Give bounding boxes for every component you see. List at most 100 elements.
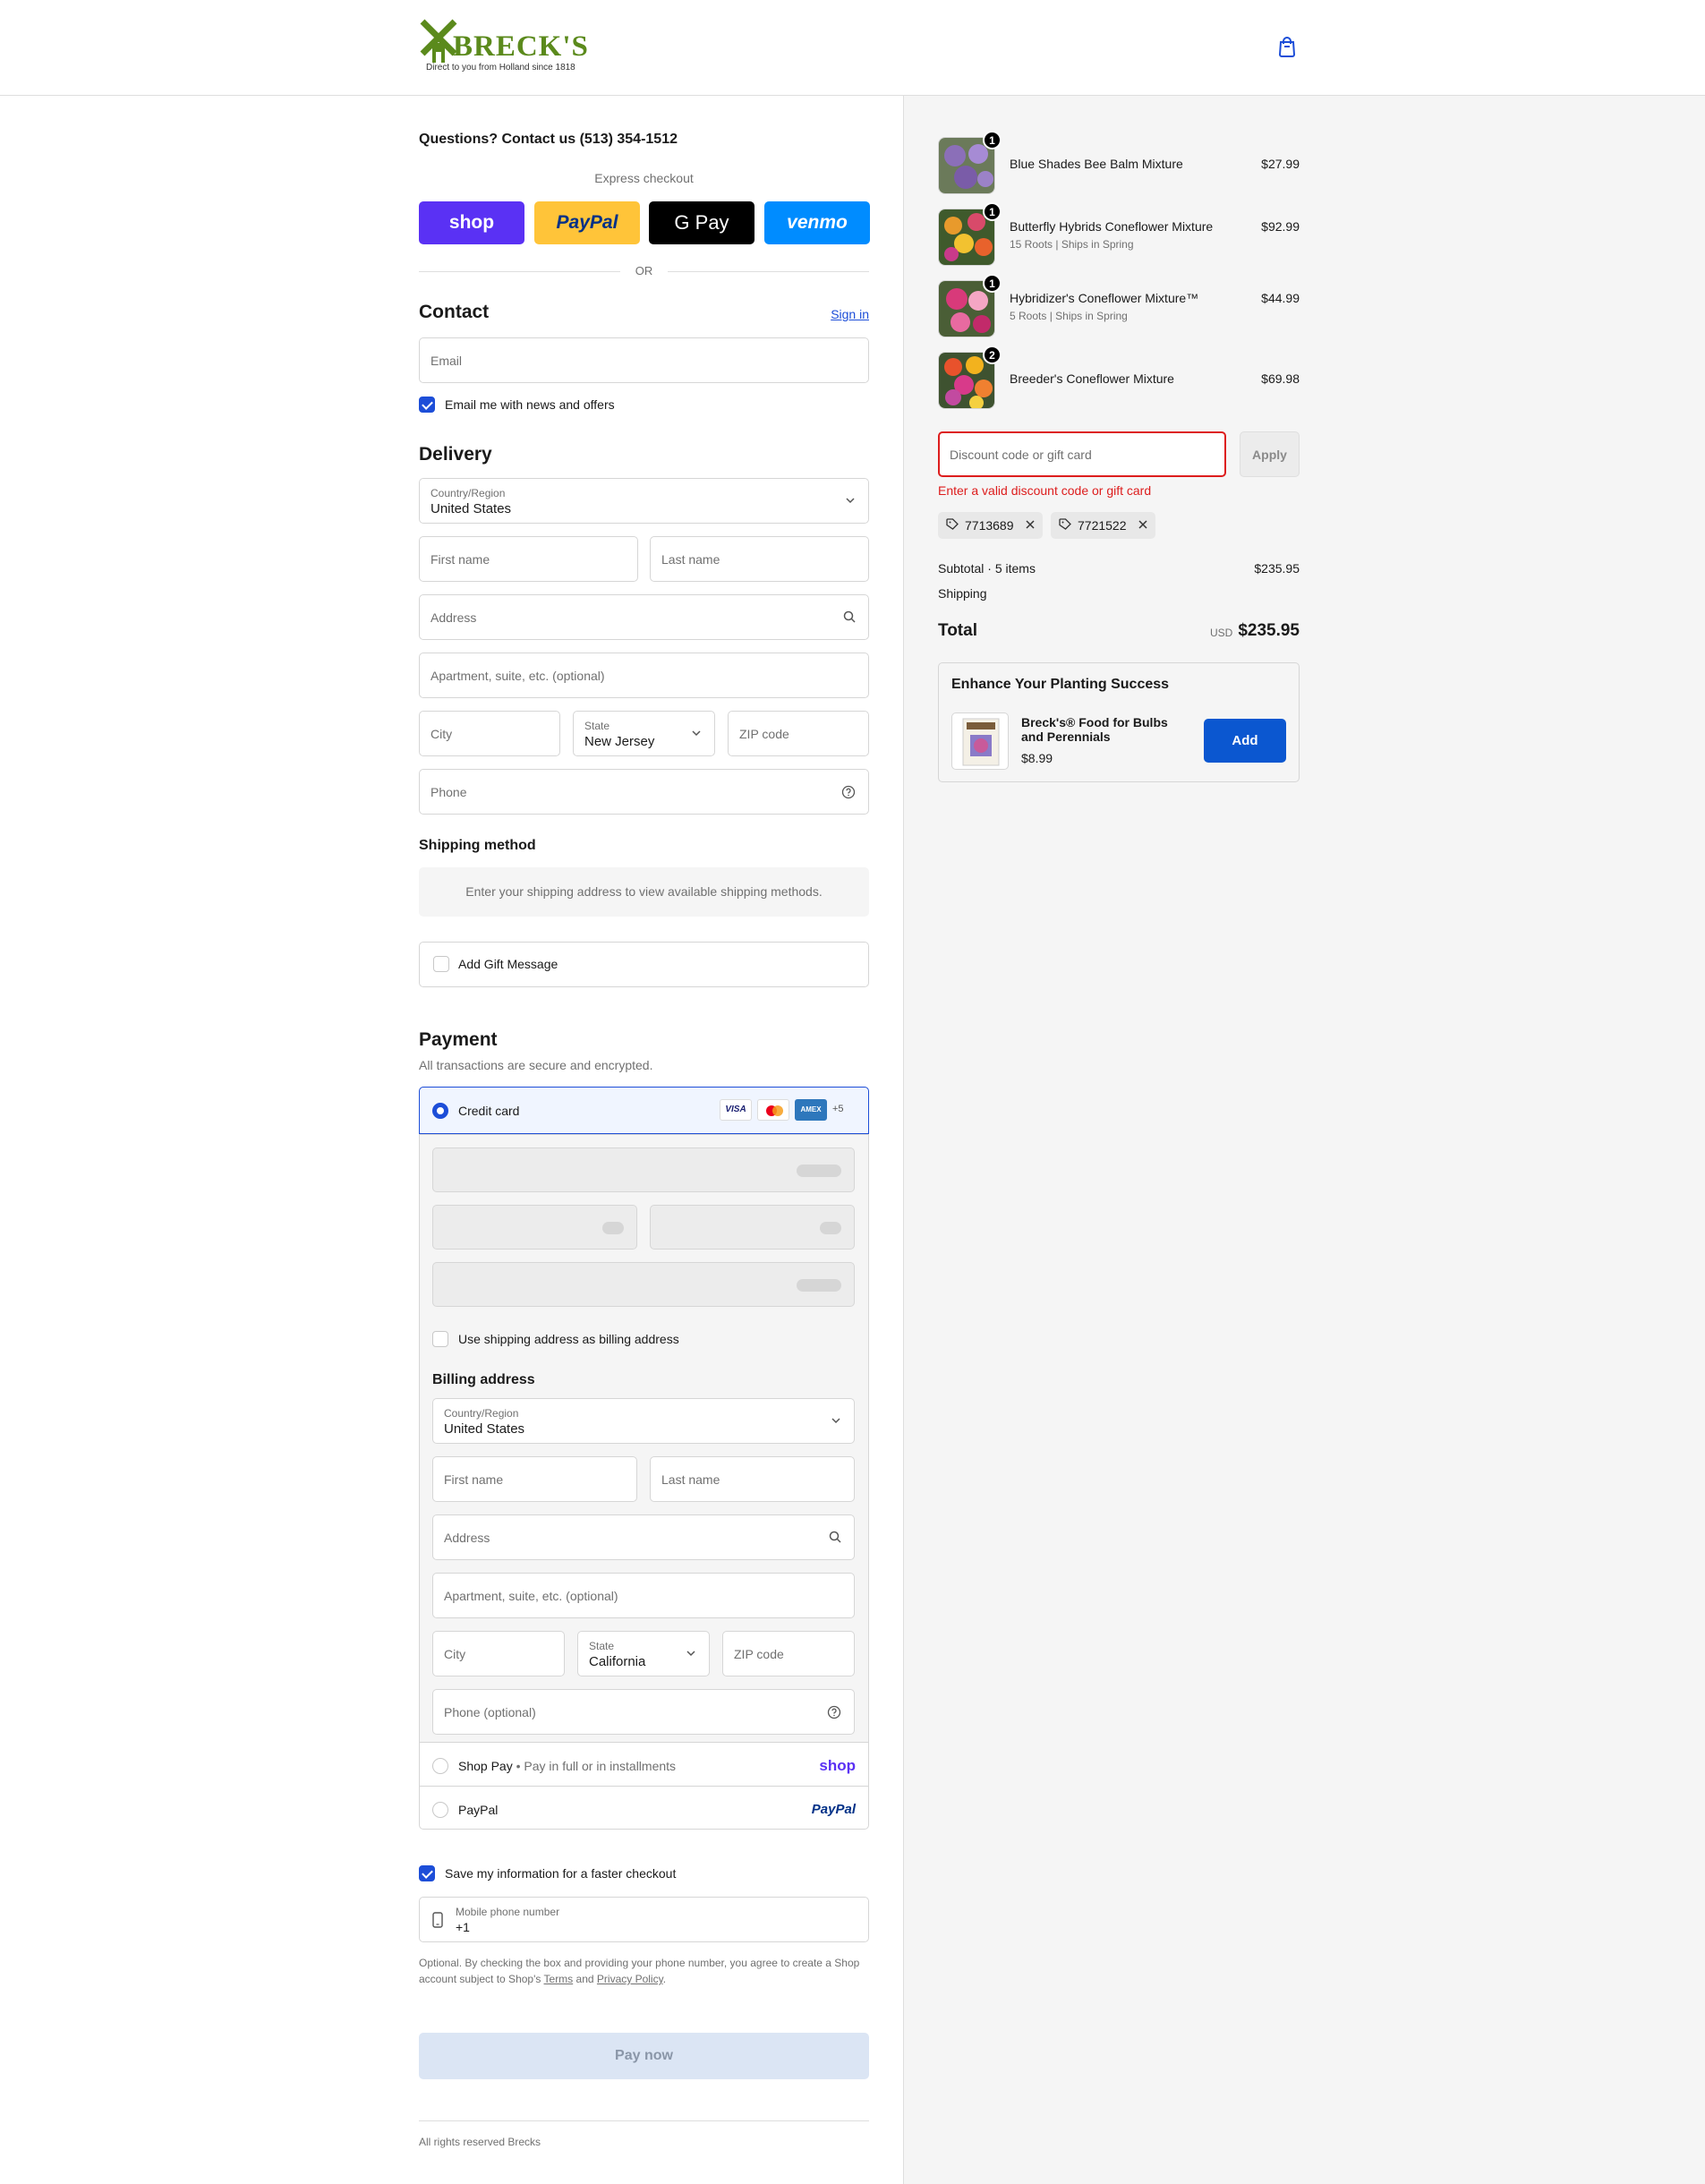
- gift-message-checkbox[interactable]: [433, 956, 449, 972]
- shop-disclaimer: Optional. By checking the box and provid…: [419, 1957, 860, 1985]
- expiration-field[interactable]: [432, 1205, 637, 1250]
- discount-code: 7721522: [1078, 518, 1127, 533]
- billing-address-field[interactable]: Address: [432, 1514, 855, 1560]
- shop-pay-logo: shop: [819, 1757, 856, 1774]
- discount-code-field[interactable]: Discount code or gift card: [938, 431, 1226, 477]
- apartment-field[interactable]: Apartment, suite, etc. (optional): [419, 653, 869, 698]
- mobile-phone-field[interactable]: Mobile phone number +1: [419, 1897, 869, 1942]
- venmo-express-button[interactable]: venmo: [764, 201, 870, 244]
- shop-pay-express-button[interactable]: shop: [419, 201, 524, 244]
- delivery-heading: Delivery: [419, 444, 492, 465]
- zip-field[interactable]: ZIP code: [728, 711, 869, 756]
- phone-field[interactable]: Phone: [419, 769, 869, 815]
- contact-heading: Contact: [419, 302, 490, 322]
- card-number-field[interactable]: [432, 1147, 855, 1192]
- cart-bag-icon[interactable]: [1277, 36, 1300, 59]
- tag-icon: [945, 517, 959, 534]
- mobile-phone-icon: [432, 1912, 443, 1932]
- billing-state-select[interactable]: State California: [577, 1631, 710, 1676]
- discount-chip: 7713689: [938, 512, 1043, 539]
- paypal-option[interactable]: PayPal PayPal: [420, 1787, 868, 1830]
- paypal-radio[interactable]: [432, 1802, 448, 1818]
- remove-discount-icon[interactable]: [1138, 518, 1148, 533]
- pay-now-button[interactable]: Pay now: [419, 2033, 869, 2079]
- sign-in-link[interactable]: Sign in: [831, 307, 869, 321]
- subtotal-label: Subtotal · 5 items: [938, 561, 1036, 576]
- name-on-card-field[interactable]: [432, 1262, 855, 1307]
- quantity-badge: 1: [983, 202, 1002, 221]
- chevron-down-icon: [845, 494, 856, 509]
- upsell-product-name: Breck's® Food for Bulbs and Perennials: [1021, 715, 1168, 744]
- country-select[interactable]: Country/Region United States: [419, 478, 869, 524]
- gift-message-label: Add Gift Message: [458, 957, 558, 971]
- shipping-notice: Enter your shipping address to view avai…: [419, 867, 869, 917]
- credit-card-option[interactable]: Credit card VISA AMEX +5: [419, 1087, 869, 1134]
- apply-discount-button[interactable]: Apply: [1240, 431, 1300, 477]
- billing-last-name-field[interactable]: Last name: [650, 1456, 855, 1502]
- billing-apartment-field[interactable]: Apartment, suite, etc. (optional): [432, 1573, 855, 1618]
- search-icon: [829, 1531, 841, 1547]
- product-price: $69.98: [1261, 371, 1300, 386]
- first-name-field[interactable]: First name: [419, 536, 638, 582]
- total-value: $235.95: [1238, 621, 1300, 640]
- billing-same-checkbox[interactable]: [432, 1331, 448, 1347]
- cart-item: 1 Blue Shades Bee Balm Mixture $27.99: [938, 131, 1300, 194]
- credit-card-label: Credit card: [458, 1104, 520, 1118]
- or-divider: OR: [419, 264, 869, 278]
- security-code-field[interactable]: [650, 1205, 855, 1250]
- billing-phone-field[interactable]: Phone (optional): [432, 1689, 855, 1735]
- quantity-badge: 1: [983, 131, 1002, 149]
- subtotal-value: $235.95: [1254, 561, 1300, 576]
- footer-divider: [419, 2120, 869, 2121]
- brecks-logo[interactable]: BRECK'S Direct to you from Holland since…: [419, 18, 588, 77]
- remove-discount-icon[interactable]: [1025, 518, 1036, 533]
- paypal-express-button[interactable]: PayPal: [534, 201, 640, 244]
- shop-pay-sublabel: Pay in full or in installments: [524, 1759, 677, 1773]
- quantity-badge: 2: [983, 346, 1002, 364]
- mastercard-icon: [757, 1099, 789, 1121]
- upsell-product-price: $8.99: [1021, 751, 1053, 765]
- payment-subtitle: All transactions are secure and encrypte…: [419, 1058, 653, 1072]
- chevron-down-icon: [831, 1414, 841, 1429]
- footer-copyright: All rights reserved Brecks: [419, 2136, 541, 2148]
- shop-pay-radio[interactable]: [432, 1758, 448, 1774]
- help-circle-icon[interactable]: [827, 1705, 841, 1723]
- more-cards-count: +5: [832, 1104, 844, 1114]
- paypal-logo: PayPal: [556, 212, 618, 233]
- product-name: Blue Shades Bee Balm Mixture: [1010, 157, 1183, 171]
- credit-card-radio[interactable]: [432, 1103, 448, 1119]
- last-name-field[interactable]: Last name: [650, 536, 869, 582]
- brand-name: BRECK'S: [453, 30, 589, 63]
- state-select[interactable]: State New Jersey: [573, 711, 715, 756]
- cart-item: 1 Butterfly Hybrids Coneflower Mixture 1…: [938, 202, 1300, 266]
- google-pay-express-button[interactable]: G Pay: [649, 201, 754, 244]
- amex-icon: AMEX: [795, 1099, 827, 1121]
- terms-link[interactable]: Terms: [544, 1973, 574, 1985]
- privacy-policy-link[interactable]: Privacy Policy: [597, 1973, 663, 1985]
- news-checkbox[interactable]: [419, 397, 435, 413]
- save-info-checkbox[interactable]: [419, 1865, 435, 1881]
- search-icon: [843, 610, 856, 627]
- city-field[interactable]: City: [419, 711, 560, 756]
- upsell-product-image: [951, 712, 1009, 770]
- product-variant: 5 Roots | Ships in Spring: [1010, 310, 1128, 322]
- chevron-down-icon: [691, 727, 702, 742]
- gift-message-option[interactable]: Add Gift Message: [419, 942, 869, 987]
- shop-pay-option[interactable]: Shop Pay • Pay in full or in installment…: [420, 1744, 868, 1787]
- billing-first-name-field[interactable]: First name: [432, 1456, 637, 1502]
- billing-city-field[interactable]: City: [432, 1631, 565, 1676]
- billing-zip-field[interactable]: ZIP code: [722, 1631, 855, 1676]
- discount-error: Enter a valid discount code or gift card: [938, 483, 1152, 498]
- upsell-add-button[interactable]: Add: [1204, 719, 1286, 763]
- express-checkout-label: Express checkout: [594, 171, 694, 185]
- email-field[interactable]: Email: [419, 337, 869, 383]
- upsell-box: Enhance Your Planting Success Breck's® F…: [938, 662, 1300, 782]
- product-variant: 15 Roots | Ships in Spring: [1010, 238, 1134, 251]
- venmo-logo: venmo: [787, 212, 848, 233]
- product-name: Hybridizer's Coneflower Mixture™: [1010, 291, 1199, 305]
- address-field[interactable]: Address: [419, 594, 869, 640]
- billing-country-select[interactable]: Country/Region United States: [432, 1398, 855, 1444]
- visa-icon: VISA: [720, 1099, 752, 1121]
- help-circle-icon[interactable]: [841, 785, 856, 803]
- paypal-label: PayPal: [458, 1803, 499, 1817]
